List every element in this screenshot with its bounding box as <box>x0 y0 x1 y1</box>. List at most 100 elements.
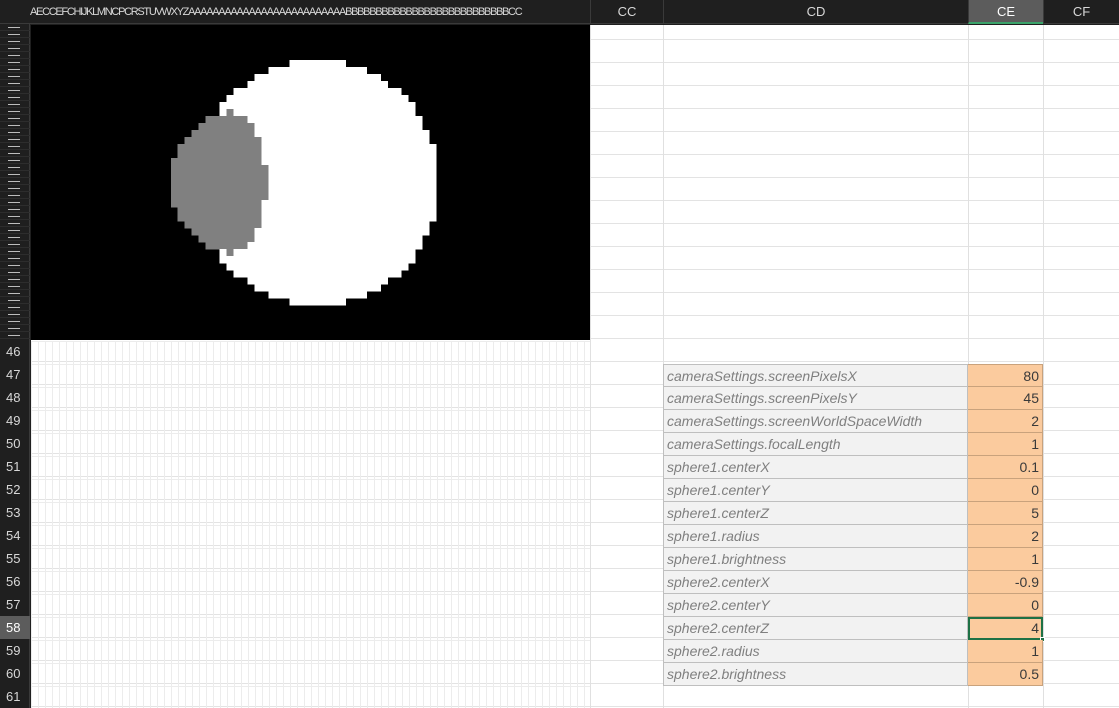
tiny-row-header[interactable] <box>0 332 30 339</box>
row-header-61[interactable]: 61 <box>0 685 30 708</box>
tiny-row-header[interactable] <box>0 206 30 213</box>
tiny-row-header[interactable] <box>0 311 30 318</box>
column-header-cd[interactable]: CD <box>663 0 968 24</box>
parameter-value-cell[interactable]: 0 <box>968 594 1043 617</box>
row-header-56[interactable]: 56 <box>0 570 30 593</box>
tiny-row-header[interactable] <box>0 227 30 234</box>
tiny-row-header[interactable] <box>0 136 30 143</box>
tiny-row-header[interactable] <box>0 150 30 157</box>
tiny-row-header[interactable] <box>0 31 30 38</box>
tiny-row-header[interactable] <box>0 290 30 297</box>
tiny-row-header[interactable] <box>0 234 30 241</box>
row-header-60[interactable]: 60 <box>0 662 30 685</box>
tiny-row-header[interactable] <box>0 241 30 248</box>
tiny-row-header[interactable] <box>0 66 30 73</box>
parameter-value-cell[interactable]: 0.5 <box>968 663 1043 686</box>
tiny-row-header[interactable] <box>0 80 30 87</box>
tiny-row-header[interactable] <box>0 73 30 80</box>
tiny-row-header[interactable] <box>0 101 30 108</box>
parameter-value-cell[interactable]: 45 <box>968 387 1043 410</box>
parameter-name-cell[interactable]: cameraSettings.screenWorldSpaceWidth <box>663 410 968 433</box>
parameter-value-cell[interactable]: 1 <box>968 640 1043 663</box>
tiny-row-header[interactable] <box>0 255 30 262</box>
column-header-cc[interactable]: CC <box>590 0 663 24</box>
parameter-name-cell[interactable]: sphere2.centerX <box>663 571 968 594</box>
tiny-row-header[interactable] <box>0 269 30 276</box>
tiny-row-header[interactable] <box>0 108 30 115</box>
row-header-48[interactable]: 48 <box>0 386 30 409</box>
parameter-value-cell[interactable]: 5 <box>968 502 1043 525</box>
row-header-51[interactable]: 51 <box>0 455 30 478</box>
parameter-name-cell[interactable]: sphere2.brightness <box>663 663 968 686</box>
parameter-value-cell[interactable]: 0.1 <box>968 456 1043 479</box>
column-header-cf[interactable]: CF <box>1043 0 1119 24</box>
tiny-row-header[interactable] <box>0 297 30 304</box>
collapsed-row-headers[interactable] <box>0 24 30 340</box>
tiny-row-header[interactable] <box>0 262 30 269</box>
tiny-row-header[interactable] <box>0 24 30 31</box>
tiny-row-header[interactable] <box>0 59 30 66</box>
row-header-52[interactable]: 52 <box>0 478 30 501</box>
parameter-name-cell[interactable]: sphere1.radius <box>663 525 968 548</box>
parameter-name-cell[interactable]: cameraSettings.screenPixelsX <box>663 364 968 387</box>
parameter-name-cell[interactable]: sphere2.centerZ <box>663 617 968 640</box>
tiny-row-header[interactable] <box>0 94 30 101</box>
tiny-row-header[interactable] <box>0 276 30 283</box>
render-pixel <box>310 123 318 131</box>
parameter-value-cell[interactable]: 0 <box>968 479 1043 502</box>
tiny-row-header[interactable] <box>0 87 30 94</box>
narrow-cells-area[interactable] <box>31 341 590 708</box>
parameter-value-cell[interactable]: 1 <box>968 433 1043 456</box>
tiny-row-header[interactable] <box>0 157 30 164</box>
tiny-row-header[interactable] <box>0 45 30 52</box>
parameter-name-cell[interactable]: sphere2.centerY <box>663 594 968 617</box>
parameter-name-cell[interactable]: cameraSettings.screenPixelsY <box>663 387 968 410</box>
tiny-row-header[interactable] <box>0 304 30 311</box>
row-header-59[interactable]: 59 <box>0 639 30 662</box>
tiny-row-header[interactable] <box>0 178 30 185</box>
parameter-value-cell[interactable]: -0.9 <box>968 571 1043 594</box>
tiny-row-header[interactable] <box>0 185 30 192</box>
row-header-53[interactable]: 53 <box>0 501 30 524</box>
tiny-row-header[interactable] <box>0 213 30 220</box>
worksheet-grid[interactable]: cameraSettings.screenPixelsX 80 cameraSett… <box>31 25 1119 708</box>
parameter-name-cell[interactable]: cameraSettings.focalLength <box>663 433 968 456</box>
tiny-row-header[interactable] <box>0 248 30 255</box>
tiny-row-header[interactable] <box>0 283 30 290</box>
row-header-57[interactable]: 57 <box>0 593 30 616</box>
row-header-50[interactable]: 50 <box>0 432 30 455</box>
parameter-name-cell[interactable]: sphere1.centerY <box>663 479 968 502</box>
row-header-54[interactable]: 54 <box>0 524 30 547</box>
tiny-row-header[interactable] <box>0 199 30 206</box>
tiny-row-header[interactable] <box>0 115 30 122</box>
row-header-47[interactable]: 47 <box>0 363 30 386</box>
parameter-name-cell[interactable]: sphere1.centerZ <box>663 502 968 525</box>
render-pixel <box>233 158 242 166</box>
row-header-55[interactable]: 55 <box>0 547 30 570</box>
parameter-value-cell[interactable]: 2 <box>968 525 1043 548</box>
parameter-name-cell[interactable]: sphere2.radius <box>663 640 968 663</box>
tiny-row-header[interactable] <box>0 129 30 136</box>
parameter-value-cell[interactable]: 4 <box>968 617 1045 642</box>
tiny-row-header[interactable] <box>0 38 30 45</box>
narrow-column-headers[interactable]: AECCEFCHIJKLMNCPCRSTUVWXYZAAAAAAAAAAAAAA… <box>30 0 590 24</box>
tiny-row-header[interactable] <box>0 52 30 59</box>
tiny-row-header[interactable] <box>0 143 30 150</box>
parameter-name-cell[interactable]: sphere1.centerX <box>663 456 968 479</box>
row-header-46[interactable]: 46 <box>0 340 30 363</box>
tiny-row-header[interactable] <box>0 192 30 199</box>
parameter-name-cell[interactable]: sphere1.brightness <box>663 548 968 571</box>
tiny-row-header[interactable] <box>0 171 30 178</box>
parameter-value-cell[interactable]: 80 <box>968 364 1043 387</box>
row-header-58[interactable]: 58 <box>0 616 30 639</box>
column-header-ce[interactable]: CE <box>968 0 1043 24</box>
render-pixel <box>352 116 360 124</box>
tiny-row-header[interactable] <box>0 318 30 325</box>
parameter-value-cell[interactable]: 2 <box>968 410 1043 433</box>
tiny-row-header[interactable] <box>0 164 30 171</box>
tiny-row-header[interactable] <box>0 220 30 227</box>
row-header-49[interactable]: 49 <box>0 409 30 432</box>
parameter-value-cell[interactable]: 1 <box>968 548 1043 571</box>
tiny-row-header[interactable] <box>0 325 30 332</box>
tiny-row-header[interactable] <box>0 122 30 129</box>
